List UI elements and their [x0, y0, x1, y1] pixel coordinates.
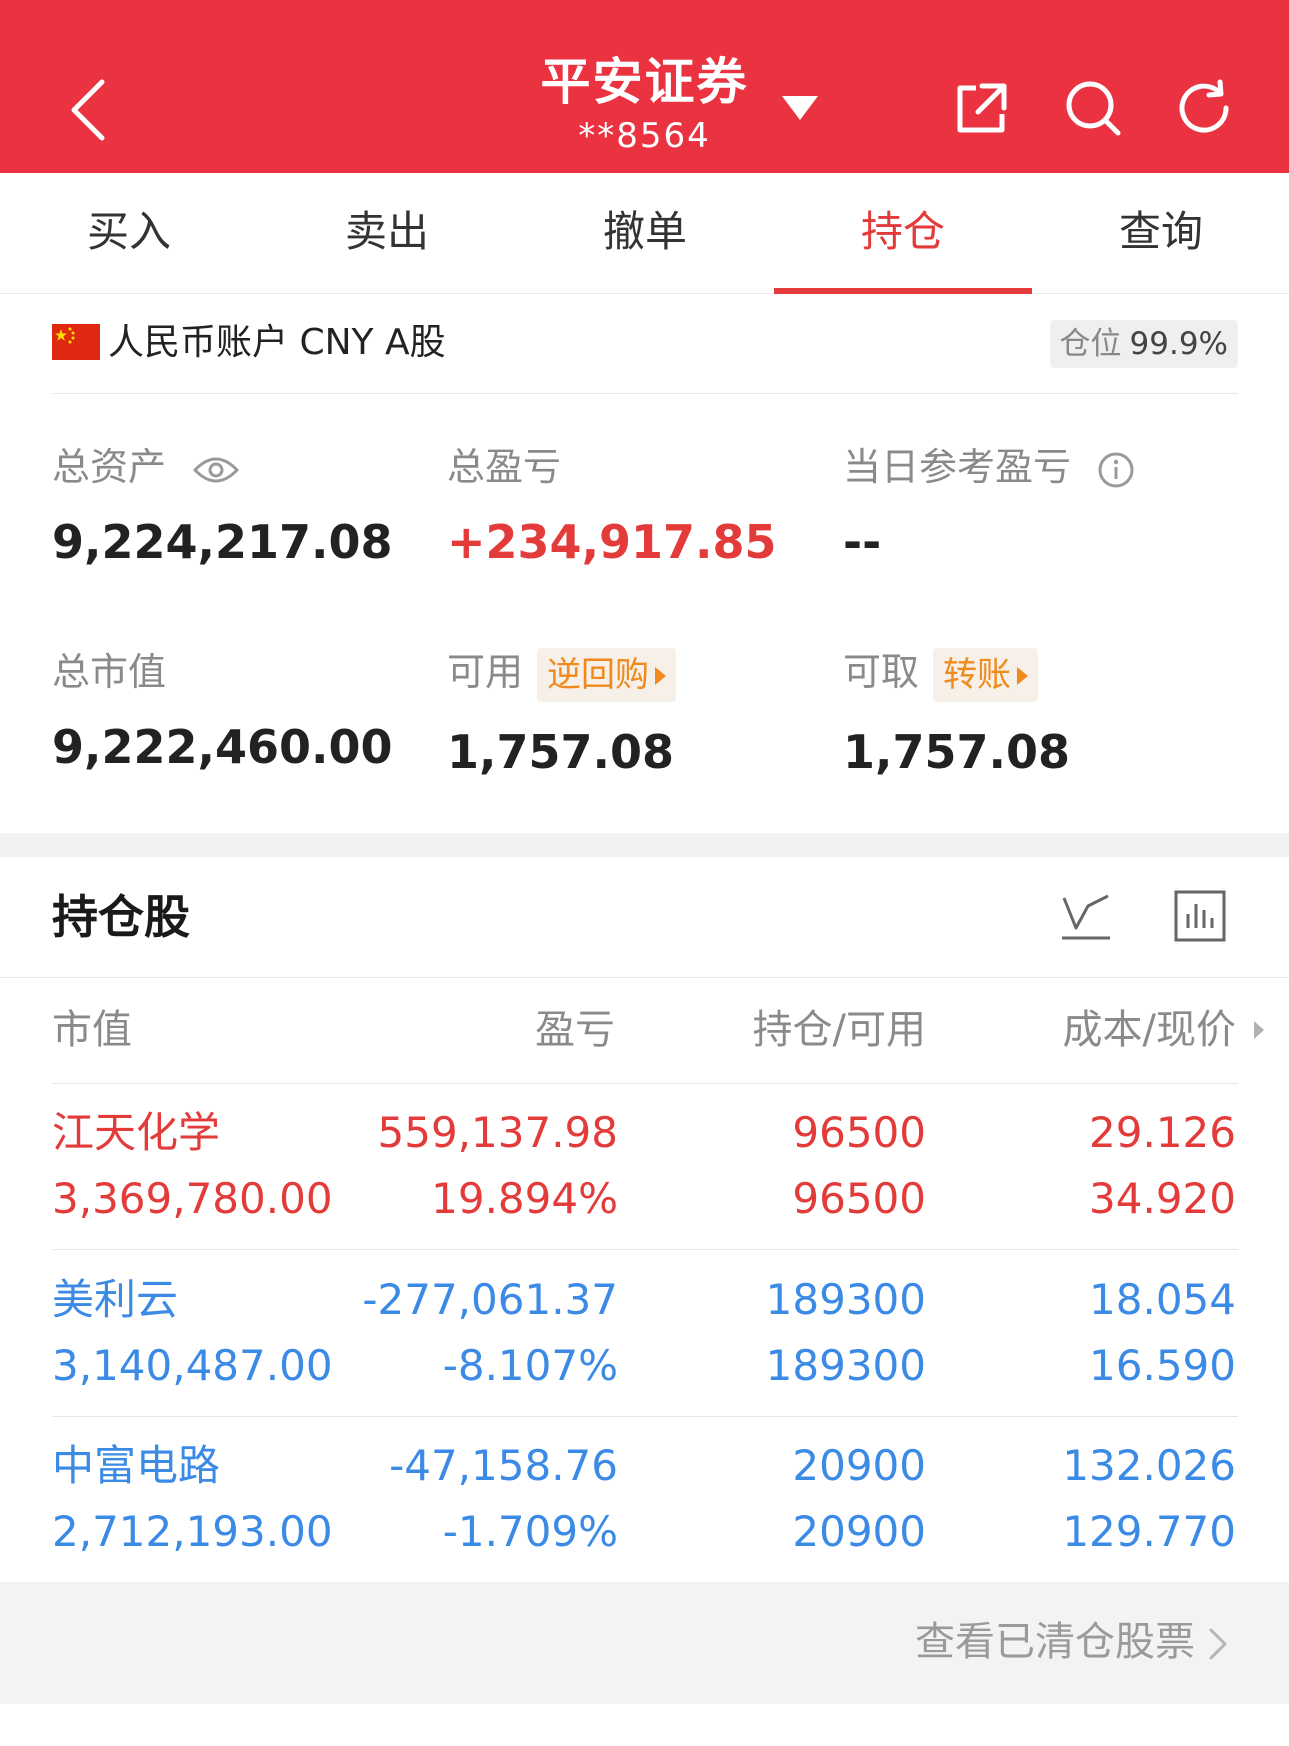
stock-price: 16.590 — [1089, 1341, 1236, 1390]
total-pnl: 总盈亏 +234,917.85 — [447, 442, 777, 572]
stock-name: 江天化学 — [52, 1108, 221, 1157]
stock-cost: 18.054 — [1089, 1275, 1236, 1324]
tab-query[interactable]: 查询 — [1032, 173, 1289, 294]
triangle-right-icon — [655, 667, 667, 685]
stock-pnl: -277,061.37 — [362, 1275, 618, 1324]
stock-name: 中富电路 — [52, 1441, 221, 1490]
china-flag-icon — [52, 324, 100, 360]
table-row[interactable]: 中富电路 2,712,193.00 -47,158.76 -1.709% 209… — [0, 1433, 1289, 1599]
available-value: 1,757.08 — [447, 724, 674, 779]
refresh-icon[interactable] — [1176, 78, 1236, 138]
dropdown-caret-icon[interactable] — [780, 92, 820, 124]
triangle-right-icon — [1017, 667, 1029, 685]
trade-tabs: 买入 卖出 撤单 持仓 查询 — [0, 173, 1289, 294]
withdrawable-funds: 可取 转账 1,757.08 — [843, 647, 1070, 782]
triangle-right-icon[interactable] — [1252, 1018, 1266, 1042]
stock-market-value: 3,140,487.00 — [52, 1341, 333, 1390]
line-chart-icon[interactable] — [1058, 888, 1114, 944]
withdrawable-label: 可取 — [843, 650, 920, 694]
daily-pnl: 当日参考盈亏 -- — [843, 442, 1135, 572]
account-name: 人民币账户 CNY A股 — [108, 322, 446, 363]
tab-positions[interactable]: 持仓 — [774, 173, 1032, 294]
search-icon[interactable] — [1063, 78, 1123, 138]
account-row: 人民币账户 CNY A股 仓位 99.9% — [52, 318, 1238, 394]
market-value-value: 9,222,460.00 — [52, 720, 393, 774]
stock-pnl-pct: -8.107% — [442, 1341, 618, 1390]
divider — [52, 1249, 1238, 1250]
stock-pnl-pct: 19.894% — [431, 1174, 618, 1223]
col-cost-price[interactable]: 成本/现价 — [990, 998, 1236, 1062]
market-value-label: 总市值 — [52, 650, 167, 694]
tab-sell[interactable]: 卖出 — [258, 173, 516, 294]
tab-cancel[interactable]: 撤单 — [516, 173, 774, 294]
info-icon[interactable] — [1097, 451, 1135, 489]
divider — [0, 977, 1289, 978]
stock-cost: 29.126 — [1089, 1108, 1236, 1157]
stock-available: 96500 — [792, 1174, 926, 1223]
reverse-repo-button[interactable]: 逆回购 — [537, 647, 677, 702]
bar-chart-icon[interactable] — [1172, 888, 1228, 944]
position-ratio-badge: 仓位 99.9% — [1049, 320, 1238, 368]
divider — [52, 1416, 1238, 1417]
total-assets-label: 总资产 — [52, 445, 167, 489]
divider — [52, 1083, 1238, 1084]
position-ratio-label: 仓位 — [1059, 326, 1122, 362]
top-bar: 平安证券 **8564 — [0, 0, 1289, 173]
share-icon[interactable] — [950, 78, 1010, 138]
col-pnl: 盈亏 — [535, 1007, 615, 1053]
view-cleared-stocks-link[interactable]: 查看已清仓股票 — [0, 1582, 1289, 1704]
stock-pnl-pct: -1.709% — [442, 1507, 618, 1556]
stock-pnl: -47,158.76 — [389, 1441, 618, 1490]
stock-available: 20900 — [792, 1507, 926, 1556]
market-value: 总市值 9,222,460.00 — [52, 647, 393, 777]
daily-pnl-value: -- — [843, 515, 882, 569]
stock-position: 20900 — [792, 1441, 926, 1490]
total-assets-value: 9,224,217.08 — [52, 515, 393, 569]
stock-market-value: 3,369,780.00 — [52, 1174, 333, 1223]
total-pnl-value: +234,917.85 — [447, 515, 777, 569]
table-row[interactable]: 美利云 3,140,487.00 -277,061.37 -8.107% 189… — [0, 1267, 1289, 1433]
transfer-button[interactable]: 转账 — [933, 647, 1039, 702]
chevron-right-icon — [1209, 1628, 1227, 1660]
total-assets: 总资产 9,224,217.08 — [52, 442, 393, 572]
stock-market-value: 2,712,193.00 — [52, 1507, 333, 1556]
stock-name: 美利云 — [52, 1275, 179, 1324]
stock-price: 34.920 — [1089, 1174, 1236, 1223]
available-label: 可用 — [447, 650, 524, 694]
stock-pnl: 559,137.98 — [377, 1108, 618, 1157]
stock-available: 189300 — [765, 1341, 926, 1390]
tab-buy[interactable]: 买入 — [0, 173, 258, 294]
table-row[interactable]: 江天化学 3,369,780.00 559,137.98 19.894% 965… — [0, 1100, 1289, 1266]
daily-pnl-label: 当日参考盈亏 — [843, 445, 1072, 489]
col-market-value: 市值 — [52, 1007, 132, 1053]
stock-position: 189300 — [765, 1275, 926, 1324]
eye-icon[interactable] — [192, 454, 240, 486]
holdings-title: 持仓股 — [52, 890, 190, 944]
total-pnl-label: 总盈亏 — [447, 445, 562, 489]
stock-position: 96500 — [792, 1108, 926, 1157]
available-funds: 可用 逆回购 1,757.08 — [447, 647, 677, 782]
stock-price: 129.770 — [1062, 1507, 1236, 1556]
col-position-available: 持仓/可用 — [752, 1007, 926, 1053]
stock-cost: 132.026 — [1062, 1441, 1236, 1490]
withdrawable-value: 1,757.08 — [843, 724, 1070, 779]
section-divider — [0, 833, 1289, 857]
view-cleared-stocks-label: 查看已清仓股票 — [915, 1619, 1195, 1665]
position-ratio-value: 99.9% — [1129, 326, 1228, 362]
